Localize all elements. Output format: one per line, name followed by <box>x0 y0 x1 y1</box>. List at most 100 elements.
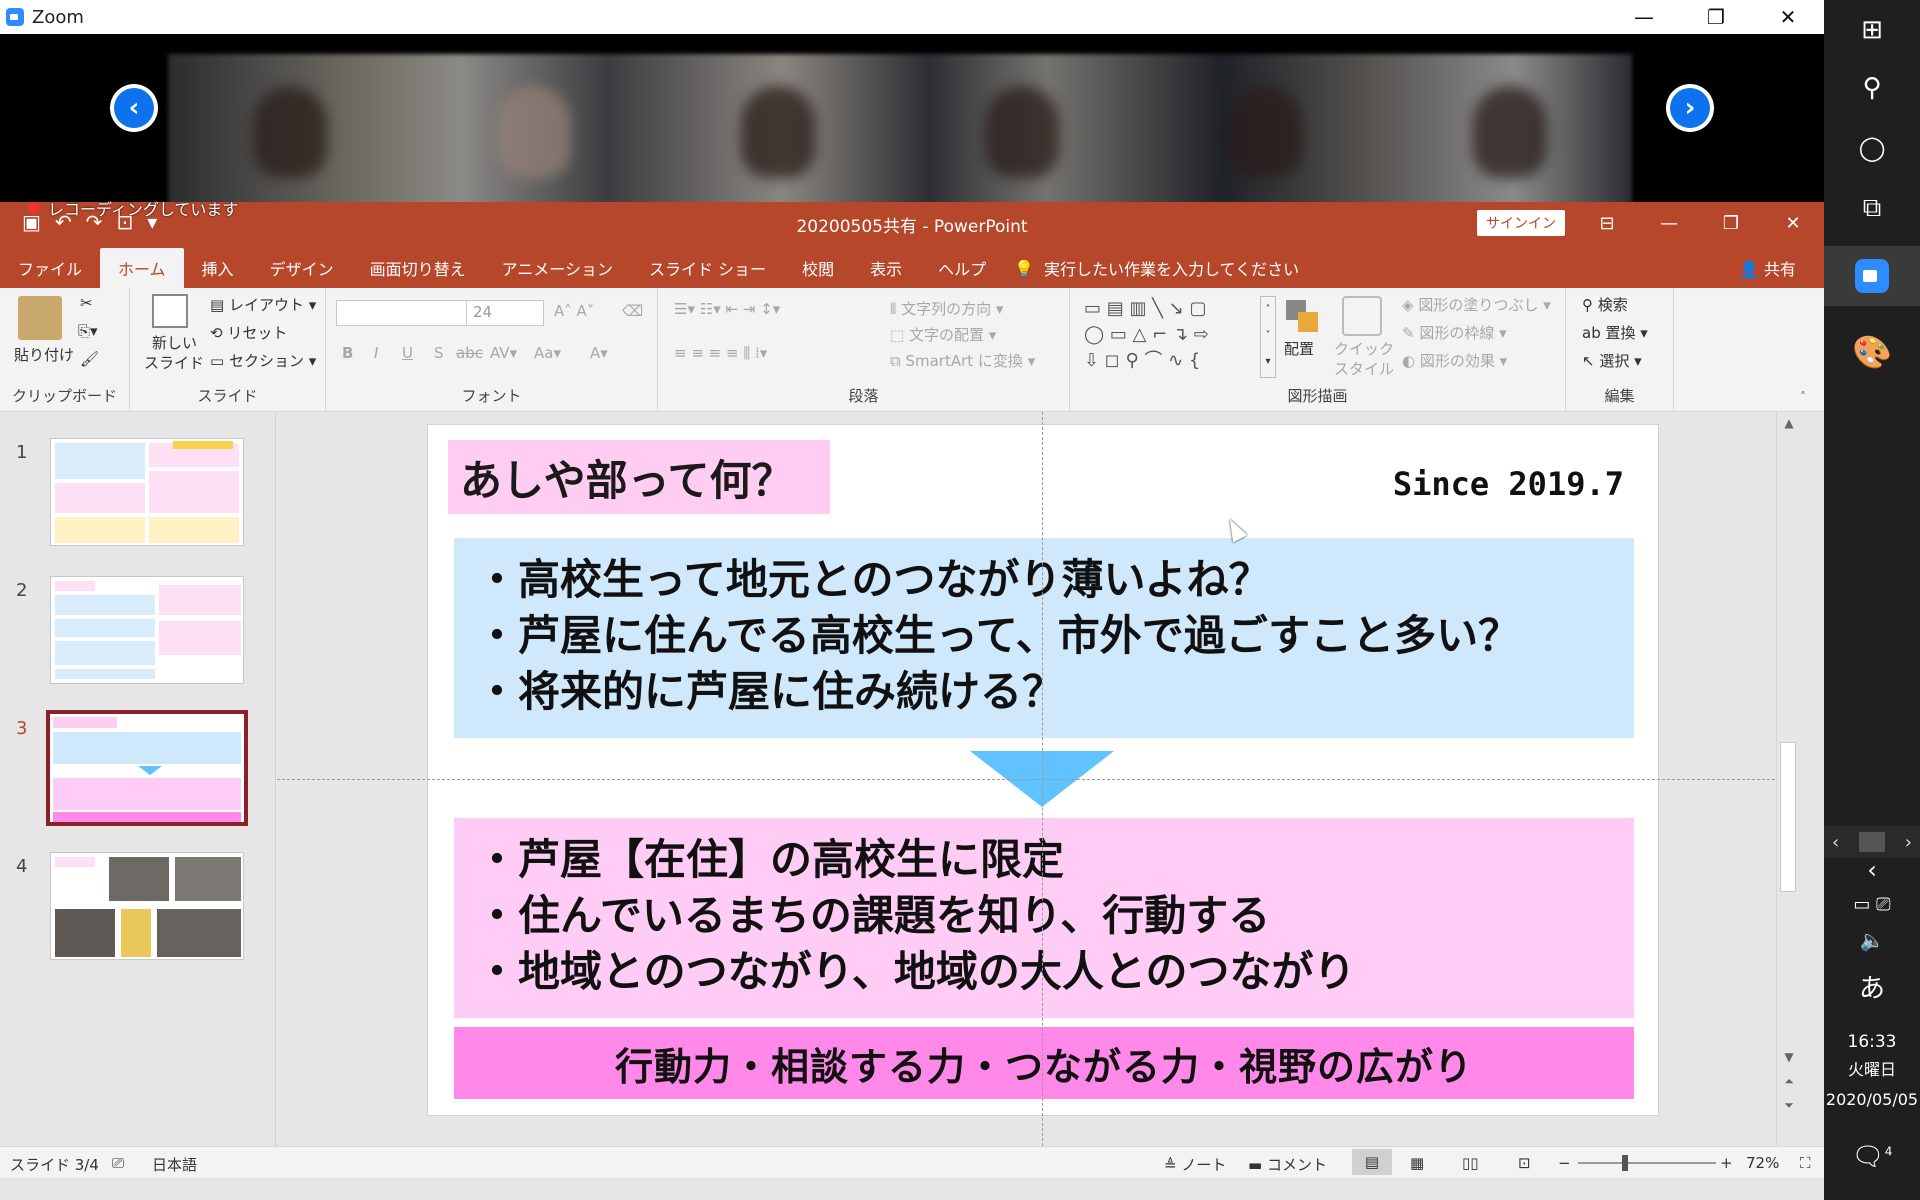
quick-styles-button[interactable]: クイック <box>1334 338 1394 359</box>
find-button[interactable]: ⚲ 検索 <box>1582 294 1628 315</box>
slide-sorter-icon[interactable]: ▦ <box>1410 1154 1424 1172</box>
new-slide-icon[interactable] <box>152 294 188 328</box>
tell-me-search[interactable]: 💡 実行したい作業を入力してください <box>1014 248 1299 288</box>
copy-icon[interactable]: ⎘▾ <box>78 322 98 340</box>
scroll-down-icon[interactable]: ▼ <box>1777 1050 1801 1064</box>
tab-animations[interactable]: アニメーション <box>484 248 631 288</box>
shape-outline-button[interactable]: ✎ 図形の枠線 ▾ <box>1402 322 1507 343</box>
align-icons[interactable]: ≡ ≡ ≡ ≡ ⫼ ⁞▾ <box>674 344 767 362</box>
thumbnail-slide-3[interactable]: 3 <box>0 710 276 830</box>
shadow-icon[interactable]: S <box>434 344 444 362</box>
text-direction-button[interactable]: ⫴ 文字列の方向 ▾ <box>890 298 1003 319</box>
arrange-icon[interactable] <box>1282 296 1322 336</box>
participant-video-tile[interactable] <box>656 54 900 210</box>
prev-participants-button[interactable]: ‹ <box>110 84 158 132</box>
zoom-out-icon[interactable]: − <box>1558 1154 1571 1172</box>
language-status[interactable]: 日本語 <box>152 1154 197 1175</box>
next-participants-button[interactable]: › <box>1666 84 1714 132</box>
shape-effects-button[interactable]: ◐ 図形の効果 ▾ <box>1402 350 1507 371</box>
replace-button[interactable]: ab 置換 ▾ <box>1582 322 1648 343</box>
zoom-slider-knob[interactable] <box>1622 1155 1628 1171</box>
participant-video-tile[interactable] <box>900 54 1144 210</box>
zoom-in-icon[interactable]: + <box>1720 1154 1733 1172</box>
thumbnail-slide-4[interactable]: 4 <box>0 852 276 968</box>
zoom-slider[interactable] <box>1578 1155 1716 1171</box>
zoom-close-button[interactable]: ✕ <box>1752 0 1824 34</box>
next-slide-icon[interactable]: ⏷ <box>1777 1098 1801 1113</box>
thumbnail-slide-2[interactable]: 2 <box>0 576 276 692</box>
scroll-up-icon[interactable]: ▲ <box>1777 416 1801 430</box>
current-slide[interactable]: あしや部って何？ Since 2019.7 ・高校生って地元とのつながり薄いよね… <box>427 424 1659 1116</box>
ribbon-display-options-button[interactable]: ⊟ <box>1576 202 1638 244</box>
thumbnail-slide-1[interactable]: 1 <box>0 438 276 554</box>
shapes-gallery[interactable]: ▭ ▤ ▥ ╲ ↘ ▢ ◯ ▭ △ ⌐ ↴ ⇨ ⇩ ◻ ⚲ ⌒ ∿ { <box>1084 296 1256 378</box>
notes-button[interactable]: ≜ ノート <box>1164 1154 1226 1175</box>
new-slide-button[interactable]: 新しい <box>152 332 197 353</box>
tab-home[interactable]: ホーム <box>100 248 184 288</box>
scroll-thumb[interactable] <box>1780 742 1796 892</box>
arrange-button[interactable]: 配置 <box>1284 338 1314 359</box>
tab-view[interactable]: 表示 <box>852 248 920 288</box>
grow-font-icon[interactable]: A˄ A˅ <box>554 302 594 320</box>
ime-indicator[interactable]: あ <box>1824 968 1920 1005</box>
collapse-ribbon-icon[interactable]: ˄ <box>1800 390 1806 404</box>
windows-start-icon[interactable]: ⊞ <box>1824 0 1920 60</box>
action-center-icon[interactable]: 🗨4 <box>1824 1142 1920 1172</box>
smartart-button[interactable]: ⧉ SmartArt に変換 ▾ <box>890 350 1035 371</box>
char-spacing-icon[interactable]: AV▾ <box>490 344 517 362</box>
signin-button[interactable]: サインイン <box>1477 210 1565 236</box>
shapes-scroll[interactable]: ˄ ˅ ▾ <box>1260 296 1276 378</box>
paste-icon[interactable] <box>18 296 62 340</box>
volume-icon[interactable]: 🔈 <box>1824 928 1920 952</box>
paint-app-icon[interactable]: 🎨 <box>1824 322 1920 382</box>
vertical-scrollbar[interactable]: ▲ ▼ ⏶ ⏷ <box>1776 412 1800 1146</box>
quick-styles-button-line2[interactable]: スタイル <box>1334 358 1394 379</box>
tab-review[interactable]: 校閲 <box>784 248 852 288</box>
slide-features-box[interactable]: ・芦屋【在住】の高校生に限定 ・住んでいるまちの課題を知り、行動する ・地域との… <box>454 818 1634 1018</box>
participant-video-tile[interactable] <box>1144 54 1388 210</box>
select-button[interactable]: ↖ 選択 ▾ <box>1582 350 1642 371</box>
align-text-button[interactable]: ⬚ 文字の配置 ▾ <box>890 324 996 345</box>
paste-button[interactable]: 貼り付け <box>14 344 74 365</box>
quick-styles-icon[interactable] <box>1342 296 1382 336</box>
participant-video-tile[interactable] <box>168 54 412 210</box>
tab-design[interactable]: デザイン <box>252 248 352 288</box>
task-view-icon[interactable]: ⧉ <box>1824 178 1920 238</box>
reset-button[interactable]: ⟲ リセット <box>210 322 287 343</box>
comments-button[interactable]: ▬ コメント <box>1248 1154 1327 1175</box>
clock-time[interactable]: 16:33 <box>1824 1032 1920 1052</box>
slide-skills-banner[interactable]: 行動力・相談する力・つながる力・視野の広がり <box>454 1027 1634 1099</box>
underline-icon[interactable]: U <box>402 344 413 362</box>
chevron-left-icon[interactable]: ‹ <box>1832 832 1839 853</box>
participant-video-tile[interactable] <box>1388 54 1632 210</box>
ppt-restore-button[interactable]: ❐ <box>1700 202 1762 244</box>
change-case-icon[interactable]: Aa▾ <box>534 344 561 362</box>
tab-slideshow[interactable]: スライド ショー <box>631 248 784 288</box>
ppt-close-button[interactable]: ✕ <box>1762 202 1824 244</box>
prev-slide-icon[interactable]: ⏶ <box>1777 1074 1801 1089</box>
chevron-right-icon[interactable]: › <box>1905 832 1912 853</box>
share-button[interactable]: 👤 共有 <box>1739 256 1796 280</box>
new-slide-button-line2[interactable]: スライド <box>144 352 204 373</box>
italic-icon[interactable]: I <box>374 344 378 362</box>
tab-insert[interactable]: 挿入 <box>184 248 252 288</box>
font-color-icon[interactable]: A▾ <box>590 344 608 362</box>
zoom-minimize-button[interactable]: — <box>1608 0 1680 34</box>
zoom-level[interactable]: 72% <box>1746 1154 1779 1172</box>
bold-icon[interactable]: B <box>342 344 353 362</box>
slideshow-view-icon[interactable]: ⊡ <box>1518 1154 1531 1172</box>
format-painter-icon[interactable]: 🖌 <box>80 350 99 368</box>
strikethrough-icon[interactable]: abc <box>456 344 483 362</box>
search-icon[interactable]: ⚲ <box>1824 58 1920 118</box>
font-name-field[interactable] <box>336 300 476 326</box>
tab-transitions[interactable]: 画面切り替え <box>352 248 484 288</box>
shape-fill-button[interactable]: ◈ 図形の塗りつぶし ▾ <box>1402 294 1551 315</box>
cortana-icon[interactable]: ◯ <box>1824 118 1920 178</box>
normal-view-icon[interactable]: ▤ <box>1352 1149 1392 1175</box>
network-battery-icon[interactable]: ▭ ⎚ <box>1824 894 1920 915</box>
show-hidden-icons-icon[interactable]: ‹ <box>1824 856 1920 884</box>
reading-view-icon[interactable]: ▯▯ <box>1462 1154 1479 1172</box>
tray-scroll[interactable]: ‹ › <box>1824 826 1920 858</box>
accessibility-icon[interactable]: ⎚ <box>112 1154 124 1172</box>
layout-button[interactable]: ▤ レイアウト ▾ <box>210 294 316 315</box>
